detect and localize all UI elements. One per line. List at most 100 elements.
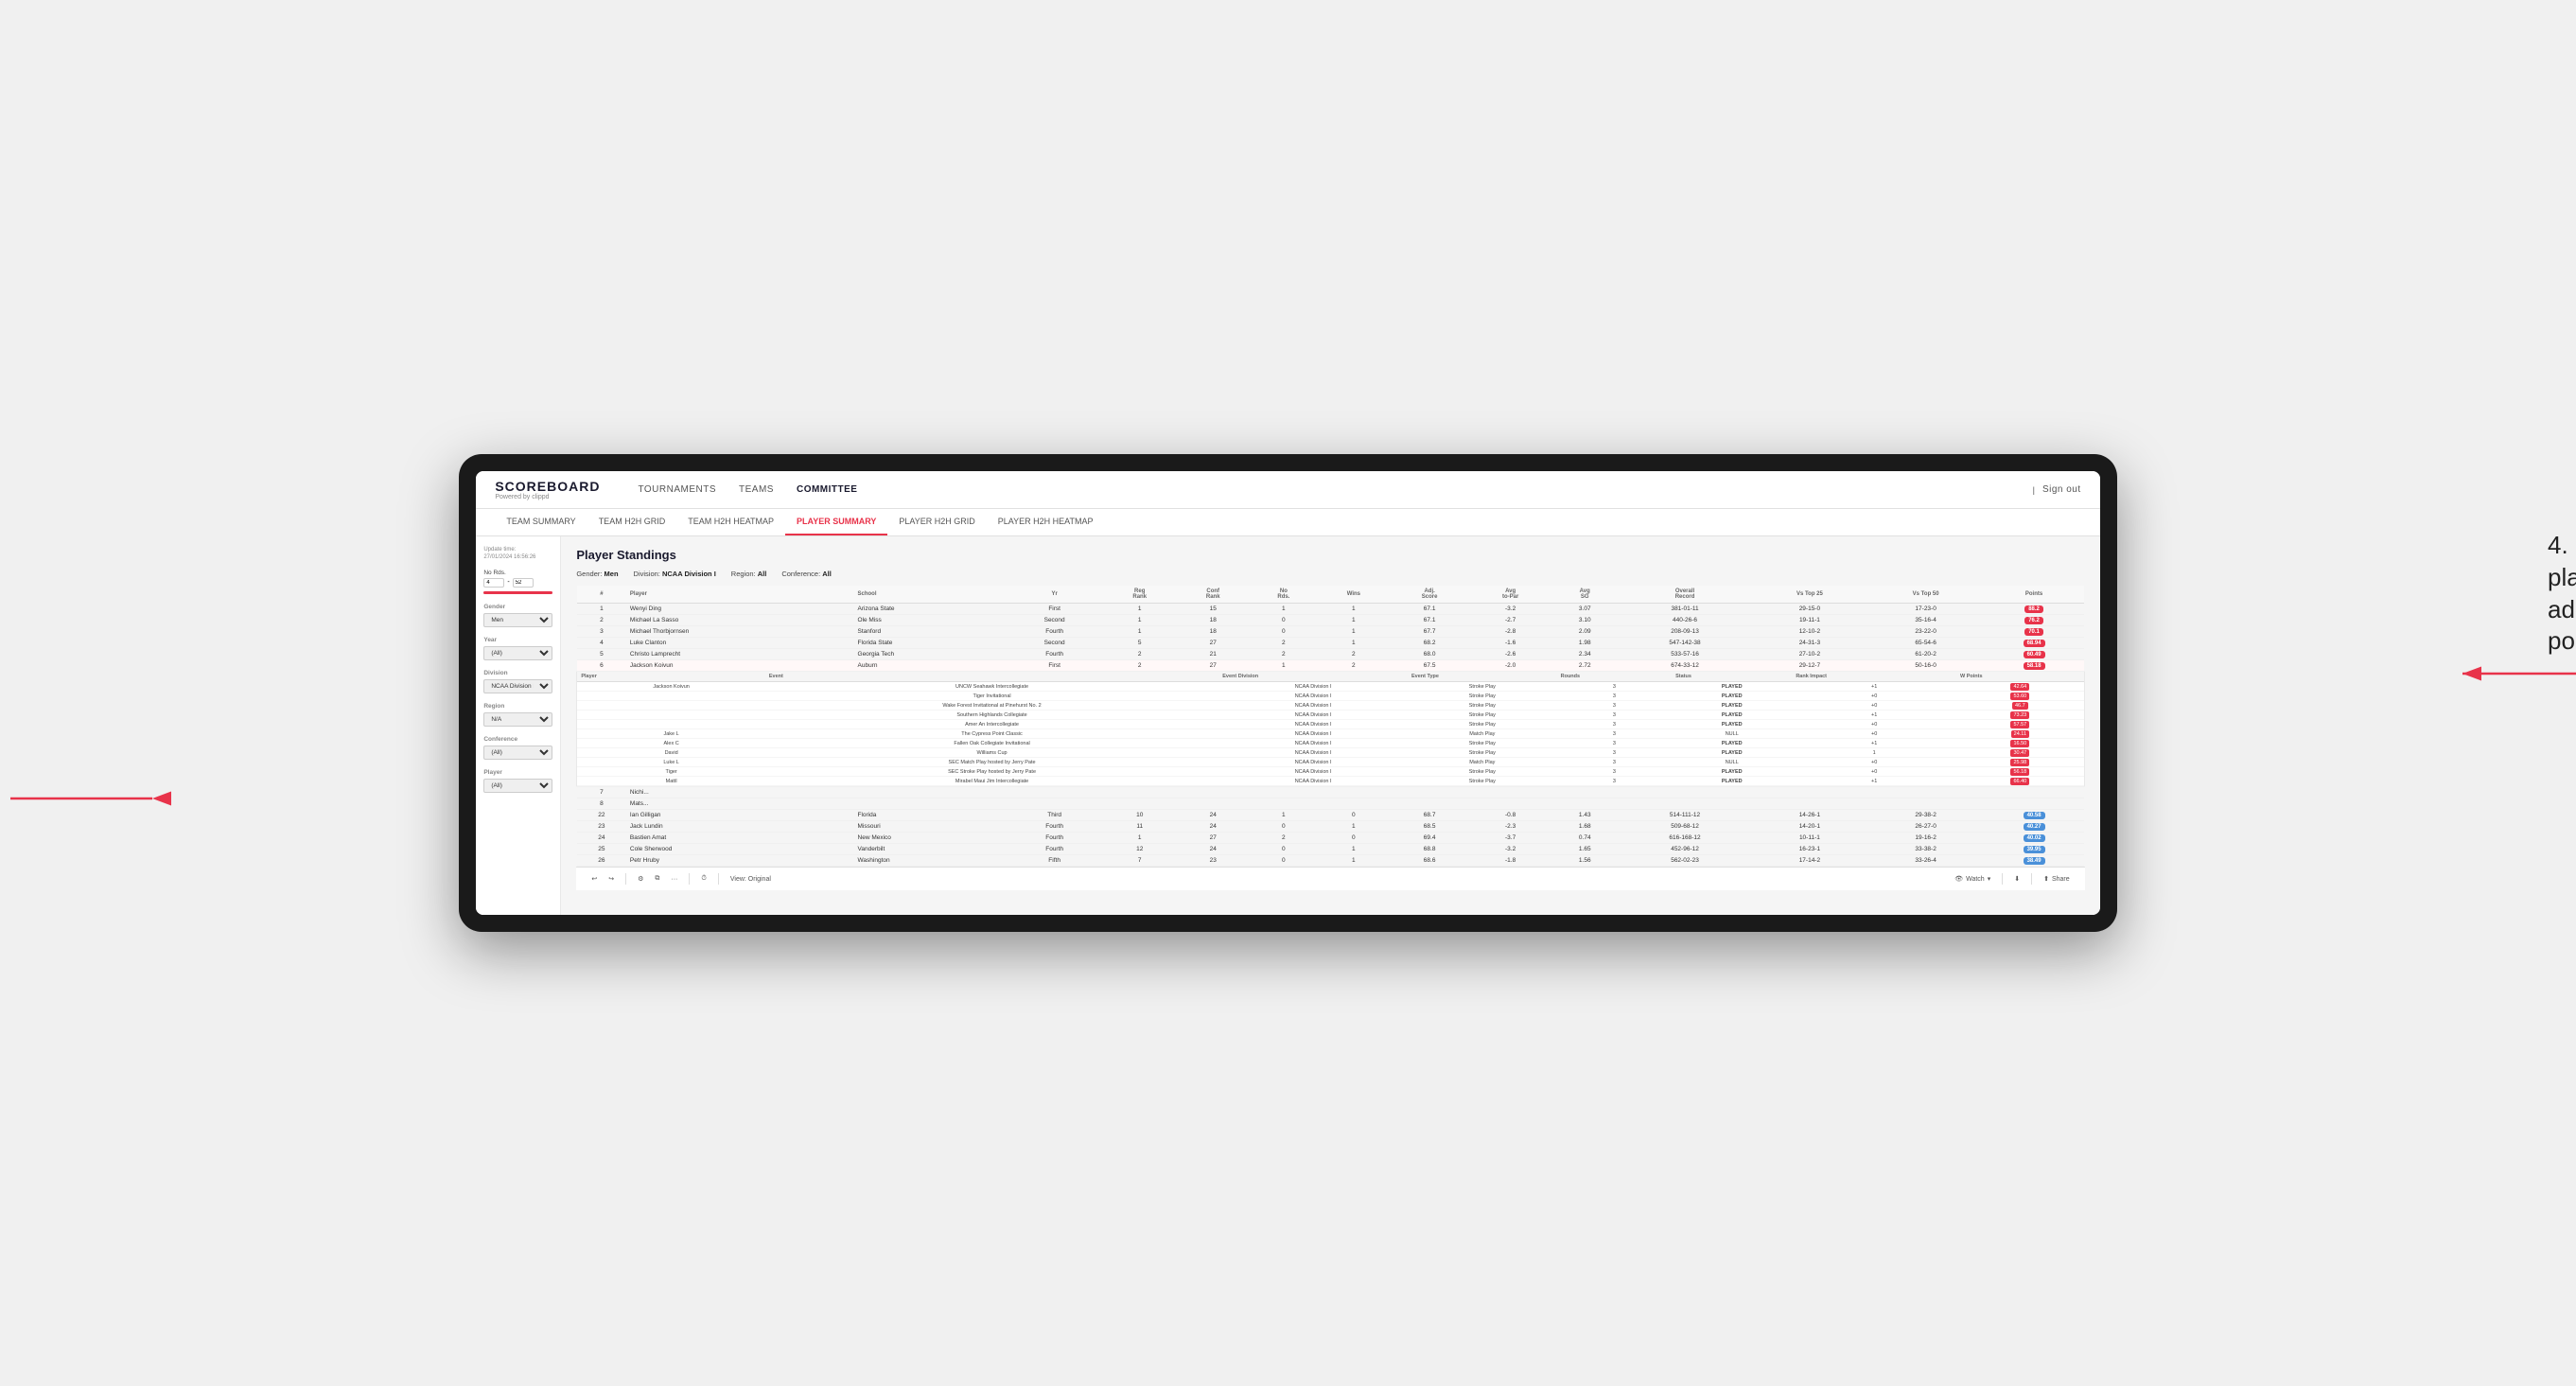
col-rds: NoRds. — [1250, 586, 1318, 604]
undo-btn[interactable]: ↩ — [591, 875, 597, 883]
col-wins: Wins — [1318, 586, 1390, 604]
inner-table-row: Alex C Fallen Oak Collegiate Invitationa… — [577, 739, 2083, 748]
page-container: 4. Hover over a player's points to see a… — [38, 454, 2538, 932]
nav-committee[interactable]: COMMITTEE — [797, 481, 858, 499]
main-content: Update time: 27/01/2024 16:56:26 No Rds.… — [476, 536, 2099, 915]
arrow-left-svg — [1, 770, 171, 827]
conference-select[interactable]: (All) — [483, 746, 552, 760]
subnav-team-h2h-heatmap[interactable]: TEAM H2H HEATMAP — [676, 509, 785, 535]
table-row[interactable]: 3 Michael Thorbjornsen Stanford Fourth 1… — [577, 626, 2084, 638]
table-row-expanded[interactable]: 6 Jackson Koivun Auburn First 2 27 1 2 6… — [577, 660, 2084, 672]
points-badge-24[interactable]: 40.02 — [2024, 834, 2045, 842]
table-row[interactable]: 22 Ian Gilligan Florida Third 10 24 1 0 … — [577, 810, 2084, 821]
table-row[interactable]: 23 Jack Lundin Missouri Fourth 11 24 0 1… — [577, 821, 2084, 833]
col-yr: Yr — [1006, 586, 1103, 604]
table-row-placeholder: 8 Mats... — [577, 798, 2084, 810]
view-original-btn[interactable]: View: Original — [730, 876, 771, 883]
col-school: School — [854, 586, 1007, 604]
col-conf-rank: ConfRank — [1176, 586, 1249, 604]
division-label: Division — [483, 670, 552, 676]
gender-select[interactable]: Men Women — [483, 613, 552, 627]
table-row[interactable]: 26 Petr Hruby Washington Fifth 7 23 0 1 … — [577, 855, 2084, 867]
nav-tournaments[interactable]: TOURNAMENTS — [638, 481, 716, 499]
tablet-wrapper: SCOREBOARD Powered by clippd TOURNAMENTS… — [313, 454, 2264, 932]
table-row[interactable]: 4 Luke Clanton Florida State Second 5 27… — [577, 638, 2084, 649]
subnav-team-summary[interactable]: TEAM SUMMARY — [495, 509, 587, 535]
rds-to-input[interactable] — [513, 578, 534, 588]
year-filter: Year (All) — [483, 637, 552, 660]
annotation-4: 4. Hover over a player's points to see a… — [2548, 530, 2576, 658]
points-badge-1[interactable]: 88.2 — [2024, 605, 2043, 613]
points-badge-3[interactable]: 70.1 — [2024, 628, 2043, 636]
table-row[interactable]: 1 Wenyi Ding Arizona State First 1 15 1 … — [577, 604, 2084, 615]
watch-btn[interactable]: 👁 Watch ▾ — [1954, 875, 1990, 883]
year-label: Year — [483, 637, 552, 643]
filter-icon[interactable]: ⚙ — [638, 875, 643, 883]
table-row[interactable]: 24 Bastien Amat New Mexico Fourth 1 27 2… — [577, 833, 2084, 844]
year-select[interactable]: (All) — [483, 646, 552, 660]
division-select[interactable]: NCAA Division I — [483, 679, 552, 693]
sign-out-btn[interactable]: Sign out — [2042, 481, 2081, 499]
subnav-player-summary[interactable]: PLAYER SUMMARY — [785, 509, 887, 535]
separator-2 — [689, 873, 690, 885]
table-row[interactable]: 25 Cole Sherwood Vanderbilt Fourth 12 24… — [577, 844, 2084, 855]
player-select[interactable]: (All) — [483, 779, 552, 793]
region-select[interactable]: N/A — [483, 712, 552, 727]
more-icon[interactable]: ··· — [671, 876, 677, 883]
copy-icon[interactable]: ⧉ — [655, 875, 659, 883]
inner-header-row: Player Event Event Division Event Type R… — [577, 672, 2083, 682]
inner-table-row: Luke L SEC Match Play hosted by Jerry Pa… — [577, 758, 2083, 767]
inner-table-row: Jake L The Cypress Point Classic NCAA Di… — [577, 729, 2083, 739]
clock-icon[interactable]: ⏱ — [701, 875, 706, 883]
table-row[interactable]: 5 Christo Lamprecht Georgia Tech Fourth … — [577, 649, 2084, 660]
points-badge-26[interactable]: 38.49 — [2024, 857, 2045, 865]
col-player: Player — [626, 586, 854, 604]
logo-area: SCOREBOARD Powered by clippd — [495, 479, 600, 500]
region-label: Region — [483, 703, 552, 710]
redo-btn[interactable]: ↪ — [608, 875, 614, 883]
conference-filter: Conference (All) — [483, 736, 552, 760]
table-row[interactable]: 2 Michael La Sasso Ole Miss Second 1 18 … — [577, 615, 2084, 626]
subnav-player-h2h-heatmap[interactable]: PLAYER H2H HEATMAP — [987, 509, 1105, 535]
separator-icon: | — [2033, 485, 2035, 495]
app-header: SCOREBOARD Powered by clippd TOURNAMENTS… — [476, 471, 2099, 509]
points-badge-4[interactable]: 68.94 — [2024, 640, 2045, 647]
inner-table-row: Wake Forest Invitational at Pinehurst No… — [577, 701, 2083, 711]
subnav-player-h2h-grid[interactable]: PLAYER H2H GRID — [887, 509, 986, 535]
sub-nav: TEAM SUMMARY TEAM H2H GRID TEAM H2H HEAT… — [476, 509, 2099, 536]
separator-4 — [2002, 873, 2003, 885]
points-badge-25[interactable]: 39.95 — [2024, 846, 2045, 853]
rds-slider[interactable] — [483, 591, 552, 594]
update-time: Update time: 27/01/2024 16:56:26 — [483, 546, 552, 562]
col-reg-rank: RegRank — [1103, 586, 1176, 604]
region-filter: Region N/A — [483, 703, 552, 727]
arrow-right-svg — [2444, 645, 2576, 702]
inner-table-row: Amer An Intercollegiate NCAA Division I … — [577, 720, 2083, 729]
rds-from-input[interactable] — [483, 578, 504, 588]
download-icon[interactable]: ⬇ — [2014, 875, 2020, 883]
points-badge-22[interactable]: 40.58 — [2024, 812, 2045, 819]
col-vs25: Vs Top 25 — [1752, 586, 1868, 604]
nav-teams[interactable]: TEAMS — [739, 481, 774, 499]
gender-filter: Gender Men Women — [483, 604, 552, 627]
inner-table-row: Jackson Koivun UNCW Seahawk Intercollegi… — [577, 682, 2083, 692]
inner-table-row: Mattl Mirabel Maui Jim Intercollegiate N… — [577, 777, 2083, 786]
inner-table-row: Tiger Invitational NCAA Division I Strok… — [577, 692, 2083, 701]
col-record: OverallRecord — [1619, 586, 1752, 604]
points-badge-5[interactable]: 60.49 — [2024, 651, 2045, 658]
tablet-frame: SCOREBOARD Powered by clippd TOURNAMENTS… — [459, 454, 2116, 932]
player-label: Player — [483, 769, 552, 776]
col-vs50: Vs Top 50 — [1867, 586, 1984, 604]
col-points: Points — [1984, 586, 2084, 604]
subnav-team-h2h-grid[interactable]: TEAM H2H GRID — [587, 509, 677, 535]
points-badge-6[interactable]: 58.18 — [2024, 662, 2045, 670]
no-rds-label: No Rds. — [483, 570, 552, 576]
points-badge-2[interactable]: 76.2 — [2024, 617, 2043, 624]
header-right: | Sign out — [2033, 481, 2081, 499]
filter-info-row: Gender: Men Division: NCAA Division I Re… — [576, 570, 2084, 578]
points-badge-23[interactable]: 40.27 — [2024, 823, 2045, 831]
share-btn[interactable]: ⬆ Share — [2043, 875, 2070, 883]
no-rds-filter: No Rds. - — [483, 570, 552, 594]
main-nav: TOURNAMENTS TEAMS COMMITTEE — [638, 481, 2004, 499]
standings-table: # Player School Yr RegRank ConfRank NoRd… — [576, 586, 2084, 867]
